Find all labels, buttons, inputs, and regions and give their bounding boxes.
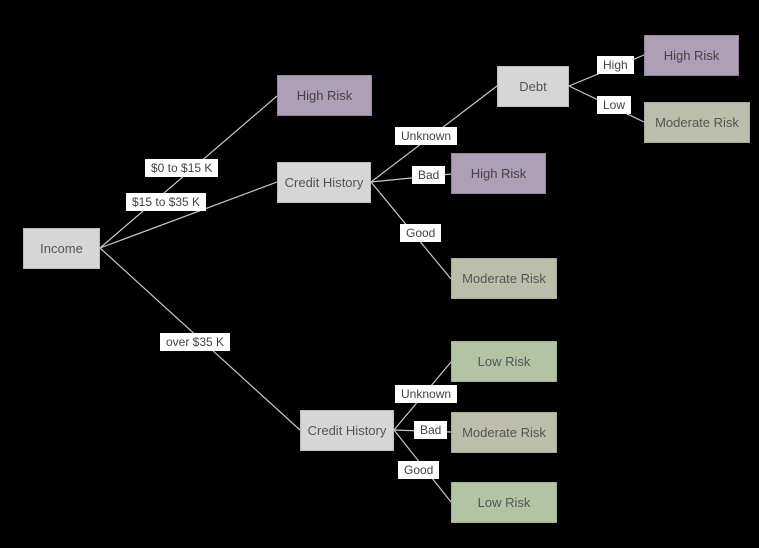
node-debt[interactable]: Debt [497,66,569,107]
node-lowrisk-ch2-good[interactable]: Low Risk [451,482,557,523]
node-lowrisk-ch2-unknown[interactable]: Low Risk [451,341,557,382]
edge-debt-high: High [597,56,634,74]
edge-income-0-15: $0 to $15 K [145,159,218,177]
edge-ch2-bad: Bad [414,421,447,439]
decision-tree-canvas: Income High Risk Credit History Credit H… [0,0,759,548]
node-income[interactable]: Income [23,228,100,269]
edge-lines [0,0,759,548]
node-highrisk-income[interactable]: High Risk [277,75,372,116]
node-credit-history-2[interactable]: Credit History [300,410,394,451]
edge-ch2-good: Good [398,461,439,479]
edge-debt-low: Low [597,96,631,114]
node-moderaterisk-ch1-good[interactable]: Moderate Risk [451,258,557,299]
node-credit-history-1[interactable]: Credit History [277,162,371,203]
node-highrisk-ch1-bad[interactable]: High Risk [451,153,546,194]
node-moderaterisk-debt[interactable]: Moderate Risk [644,102,750,143]
edge-ch1-bad: Bad [412,166,445,184]
node-highrisk-debt[interactable]: High Risk [644,35,739,76]
edge-ch1-unknown: Unknown [395,127,457,145]
node-moderaterisk-ch2-bad[interactable]: Moderate Risk [451,412,557,453]
edge-ch1-good: Good [400,224,441,242]
edge-income-over35: over $35 K [160,333,230,351]
edge-ch2-unknown: Unknown [395,385,457,403]
edge-income-15-35: $15 to $35 K [126,193,206,211]
